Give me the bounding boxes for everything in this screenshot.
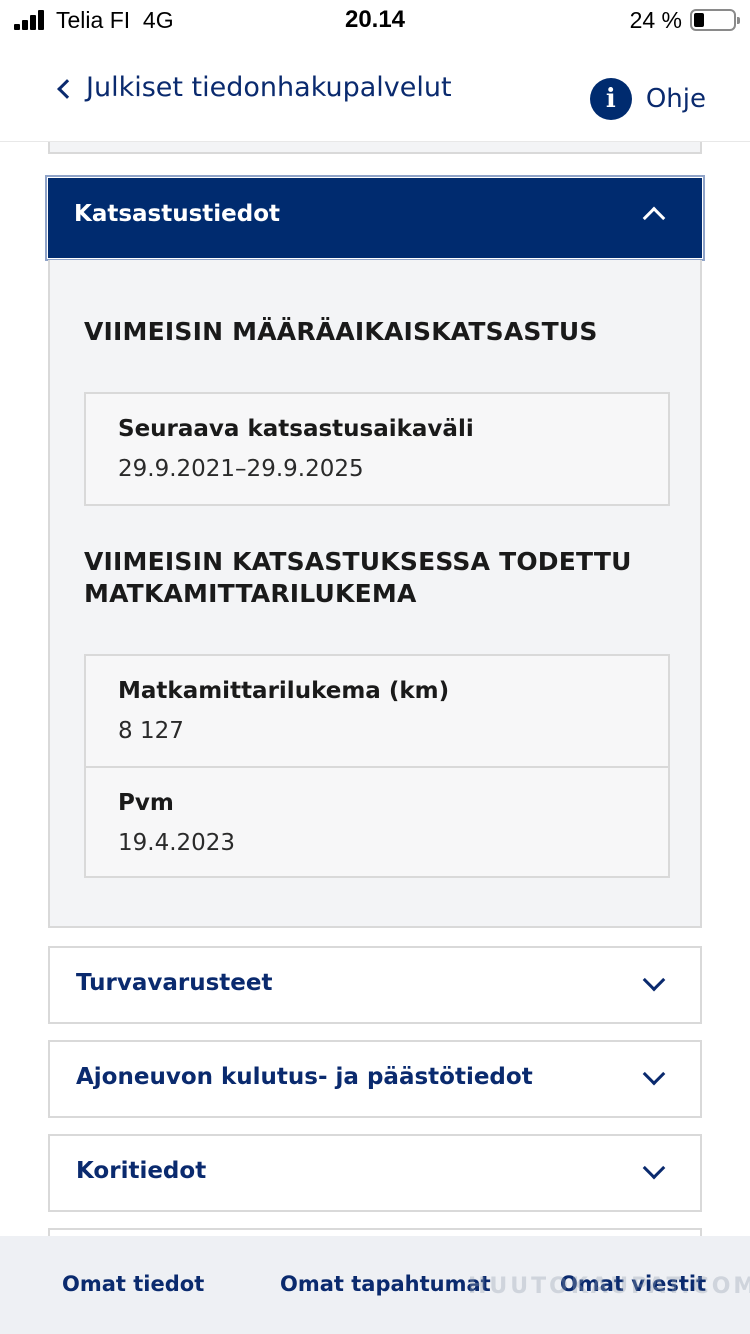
accordion-title: Koritiedot	[76, 1158, 207, 1184]
section-heading-last-inspection: VIIMEISIN MÄÄRÄAIKAISKATSASTUS	[84, 317, 598, 346]
accordion-turvavarusteet[interactable]: Turvavarusteet	[48, 946, 702, 1024]
accordion-koritiedot[interactable]: Koritiedot	[48, 1134, 702, 1212]
heading-line: MATKAMITTARILUKEMA	[84, 579, 417, 608]
info-row-date: Pvm 19.4.2023	[86, 766, 668, 876]
info-label: Seuraava katsastusaikaväli	[118, 416, 474, 442]
info-icon: i	[589, 78, 632, 120]
help-label: Ohje	[645, 84, 706, 114]
chevron-down-icon	[642, 1062, 666, 1086]
watermark-logo: HUUTOKAUPAT.COM	[468, 1274, 750, 1299]
info-value: 29.9.2021–29.9.2025	[118, 456, 364, 482]
accordion-title: Ajoneuvon kulutus- ja päästötiedot	[76, 1064, 533, 1090]
previous-accordion-bottom	[48, 142, 702, 154]
nav-omat-tiedot[interactable]: Omat tiedot	[62, 1272, 204, 1296]
info-label: Pvm	[118, 790, 174, 816]
next-inspection-box: Seuraava katsastusaikaväli 29.9.2021–29.…	[84, 392, 670, 506]
info-label: Matkamittarilukema (km)	[118, 678, 450, 704]
chevron-up-icon	[642, 206, 666, 230]
next-accordion-top	[48, 1228, 702, 1236]
top-header: Julkiset tiedonhakupalvelut i Ohje	[0, 42, 750, 142]
help-button[interactable]: i Ohje	[589, 78, 706, 120]
battery-icon	[690, 9, 740, 31]
battery-percentage: 24 %	[629, 7, 682, 33]
info-row: Seuraava katsastusaikaväli 29.9.2021–29.…	[86, 394, 668, 504]
accordion-title: Katsastustiedot	[74, 201, 281, 227]
chevron-left-icon	[57, 78, 77, 99]
info-value: 8 127	[118, 718, 184, 744]
nav-omat-tapahtumat[interactable]: Omat tapahtumat	[280, 1272, 491, 1296]
main-content[interactable]: Katsastustiedot VIIMEISIN MÄÄRÄAIKAISKAT…	[0, 142, 750, 1236]
accordion-header-katsastustiedot[interactable]: Katsastustiedot	[45, 175, 705, 261]
status-bar: Telia FI 4G 20.14 24 %	[0, 0, 750, 42]
back-label: Julkiset tiedonhakupalvelut	[86, 72, 452, 103]
chevron-down-icon	[642, 968, 666, 992]
section-heading-odometer: VIIMEISIN KATSASTUKSESSA TODETTU MATKAMI…	[84, 546, 632, 610]
app-screen: Telia FI 4G 20.14 24 % Julkiset tiedonha…	[0, 0, 750, 1334]
info-row-odometer: Matkamittarilukema (km) 8 127	[86, 656, 668, 766]
accordion-title: Turvavarusteet	[76, 970, 273, 996]
accordion-body-katsastustiedot: VIIMEISIN MÄÄRÄAIKAISKATSASTUS Seuraava …	[48, 260, 702, 928]
back-button[interactable]: Julkiset tiedonhakupalvelut	[57, 72, 452, 103]
info-value: 19.4.2023	[118, 830, 236, 856]
heading-line: VIIMEISIN KATSASTUKSESSA TODETTU	[84, 547, 632, 576]
odometer-box: Matkamittarilukema (km) 8 127 Pvm 19.4.2…	[84, 654, 670, 878]
accordion-kulutus-paastotiedot[interactable]: Ajoneuvon kulutus- ja päästötiedot	[48, 1040, 702, 1118]
chevron-down-icon	[642, 1156, 666, 1180]
